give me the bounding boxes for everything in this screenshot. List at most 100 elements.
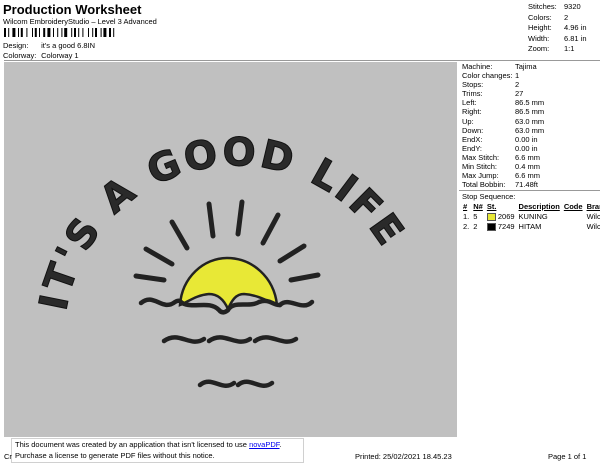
summary-label: Zoom: [528,44,550,54]
machine-info-label: Up: [462,116,474,126]
license-notice: This document was created by an applicat… [11,438,304,463]
summary-row: Stitches: 9320 [528,2,587,13]
machine-info-label: Max Stitch: [462,152,500,162]
notice-line-1: This document was created by an applicat… [15,440,282,449]
thread-brand: Wilcom [586,211,600,221]
novapdf-link[interactable]: novaPDF [249,440,279,449]
printed-timestamp: Printed: 25/02/2021 18.45.23 [355,452,452,461]
design-summary: Stitches: 9320 Colors: 2 Height: 4.96 in Width… [528,2,587,55]
machine-info-label: Down: [462,125,484,135]
machine-info-row: Stops: 2 [459,80,600,89]
machine-info-value: 86.5 mm [515,98,545,108]
machine-info-label: Stops: [462,80,484,90]
column-header: St. [486,201,497,211]
machine-info-row: Trims: 27 [459,89,600,98]
stitch-count-text: 2069 [497,211,515,221]
machine-info-label: Total Bobbin: [462,180,506,190]
colorway-label: Colorway: [3,51,37,60]
machine-info-label: EndY: [462,143,483,153]
summary-value: 2 [564,12,569,22]
machine-info-label: Min Stitch: [462,162,498,172]
machine-info-row: Max Jump: 6.6 mm [459,171,600,180]
machine-info-row: Min Stitch: 0.4 mm [459,162,600,171]
column-header: Brand [586,201,600,211]
software-subtitle: Wilcom EmbroideryStudio – Level 3 Advanc… [3,17,157,26]
machine-info-value: Tajima [515,62,537,71]
machine-info-value: 27 [515,89,524,99]
table-row: 2.2 7249HITAM Wilcom [461,221,600,231]
machine-info-label: Max Jump: [462,171,499,181]
machine-info-row: Up: 63.0 mm [459,117,600,126]
summary-row: Colors: 2 [528,13,587,24]
stop-sequence-title: Stop Sequence: [462,192,516,202]
machine-info-value: 2 [515,80,520,90]
page-title: Production Worksheet [3,2,142,17]
machine-info-value: 63.0 mm [515,125,545,135]
colorway-row: Colorway: Colorway 1 [3,51,79,60]
machine-info-label: Left: [462,98,477,108]
machine-info-label: Trims: [462,89,483,99]
column-header: Description [518,201,560,211]
summary-label: Colors: [528,12,552,22]
summary-row: Width: 6.81 in [528,34,587,45]
machine-info-value: 0.4 mm [515,162,541,172]
machine-info-label: Color changes: [462,71,513,81]
needle-number: 5 [473,211,478,221]
color-description: KUNING [518,211,548,221]
machine-info-row: Left: 86.5 mm [459,98,600,107]
color-description: HITAM [518,221,542,231]
header-divider [4,60,600,61]
panel-divider [459,190,600,192]
color-code [562,221,585,231]
machine-info-value: 63.0 mm [515,116,545,126]
machine-info-label: Machine: [462,62,493,71]
machine-info-value: 1 [515,71,520,81]
design-row: Design: it's a good 6.8IN [3,41,95,50]
design-label: Design: [3,41,29,50]
machine-info-row: Down: 63.0 mm [459,126,600,135]
machine-info-value: 0.00 in [515,143,538,153]
machine-info-label: Right: [462,107,482,117]
machine-info-value: 0.00 in [515,134,538,144]
barcode [4,28,115,37]
column-header: N# [473,201,483,211]
machine-info-row: Right: 86.5 mm [459,107,600,116]
column-header: # [463,201,468,211]
machine-info-row: Machine: Tajima [459,62,600,71]
machine-info-row: EndX: 0.00 in [459,135,600,144]
summary-label: Stitches: [528,2,557,11]
summary-row: Height: 4.96 in [528,23,587,34]
machine-info-row: EndY: 0.00 in [459,144,600,153]
thread-brand: Wilcom [586,221,600,231]
machine-info-label: EndX: [462,134,483,144]
colorway-value: Colorway 1 [41,51,79,60]
page-number: Page 1 of 1 [548,452,587,461]
machine-panel: Machine: Tajima Color changes: 1 Stops: 2 Trim… [459,62,600,231]
machine-info-value: 71.48ft [515,180,538,190]
row-number: 1. [463,211,470,221]
table-row: 1.5 2069KUNING Wilcom [461,211,600,221]
machine-info-value: 6.6 mm [515,152,541,162]
color-swatch [486,212,496,221]
row-number: 2. [463,221,470,231]
machine-info-value: 86.5 mm [515,107,545,117]
summary-label: Height: [528,23,552,33]
stitch-count: 7249 [485,221,517,231]
color-swatch [486,222,496,231]
stitch-count-text: 7249 [497,221,515,231]
machine-info-row: Total Bobbin: 71.48ft [459,180,600,189]
machine-info-value: 6.6 mm [515,171,541,181]
summary-value: 4.96 in [564,23,587,33]
stitch-count: 2069 [485,211,517,221]
design-value: it's a good 6.8IN [41,41,96,50]
design-preview: IT'S A GOOD LIFE [4,62,457,437]
summary-value: 9320 [564,2,581,11]
needle-number: 2 [473,221,478,231]
summary-value: 1:1 [564,44,575,54]
color-code [562,211,585,221]
embroidery-artwork: IT'S A GOOD LIFE [31,130,411,388]
column-header: Code [563,201,583,211]
summary-label: Width: [528,33,550,43]
waves [138,297,315,388]
notice-line-2: Purchase a license to generate PDF files… [15,450,215,460]
